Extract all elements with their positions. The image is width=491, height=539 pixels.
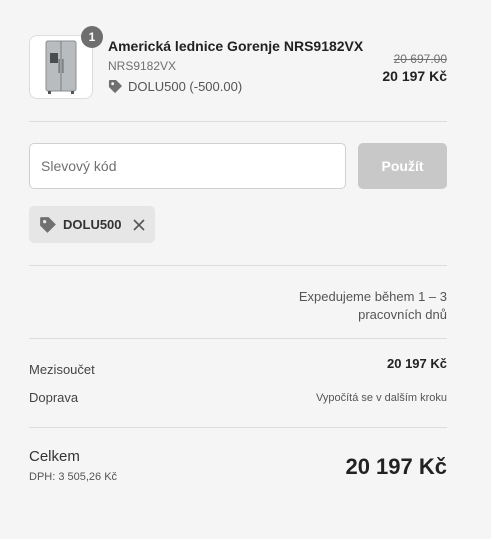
total-value: 20 197 Kč bbox=[345, 454, 447, 479]
tax-label: DPH: 3 505,26 Kč bbox=[29, 471, 118, 483]
total-section: Celkem DPH: 3 505,26 Kč 20 197 Kč bbox=[29, 428, 447, 538]
order-summary: 1 Americká lednice Gorenje NRS9182VX NRS… bbox=[29, 0, 447, 538]
total-label: Celkem bbox=[29, 448, 80, 465]
tag-icon bbox=[40, 216, 56, 233]
close-icon bbox=[133, 218, 145, 231]
line-item: 1 Americká lednice Gorenje NRS9182VX NRS… bbox=[29, 0, 447, 122]
discount-section: Použít DOLU500 bbox=[29, 122, 447, 266]
apply-discount-button[interactable]: Použít bbox=[358, 143, 447, 189]
applied-discount-label: DOLU500 (-500.00) bbox=[128, 79, 243, 94]
product-sku: NRS9182VX bbox=[108, 59, 177, 73]
discount-code-input[interactable] bbox=[29, 143, 346, 189]
refrigerator-image bbox=[45, 40, 77, 94]
discount-tag: DOLU500 bbox=[29, 206, 155, 243]
product-name: Americká lednice Gorenje NRS9182VX bbox=[108, 38, 364, 54]
shipping-label: Doprava bbox=[29, 390, 79, 405]
subtotal-section: Mezisoučet 20 197 Kč Doprava Vypočítá se… bbox=[29, 339, 447, 428]
discount-tag-code: DOLU500 bbox=[63, 217, 122, 232]
shipping-info-section: Expedujeme během 1 – 3 pracovních dnů bbox=[29, 266, 447, 339]
original-price: 20 697.00 bbox=[393, 52, 447, 66]
quantity-badge: 1 bbox=[81, 26, 103, 48]
subtotal-label: Mezisoučet bbox=[29, 362, 95, 377]
shipping-info: Expedujeme během 1 – 3 pracovních dnů bbox=[298, 289, 447, 322]
applied-discount: DOLU500 (-500.00) bbox=[108, 79, 242, 94]
remove-discount-button[interactable] bbox=[133, 218, 145, 231]
tag-icon bbox=[108, 79, 123, 94]
product-price: 20 197 Kč bbox=[382, 68, 447, 84]
shipping-value: Vypočítá se v dalším kroku bbox=[315, 392, 447, 404]
subtotal-value: 20 197 Kč bbox=[387, 356, 447, 371]
